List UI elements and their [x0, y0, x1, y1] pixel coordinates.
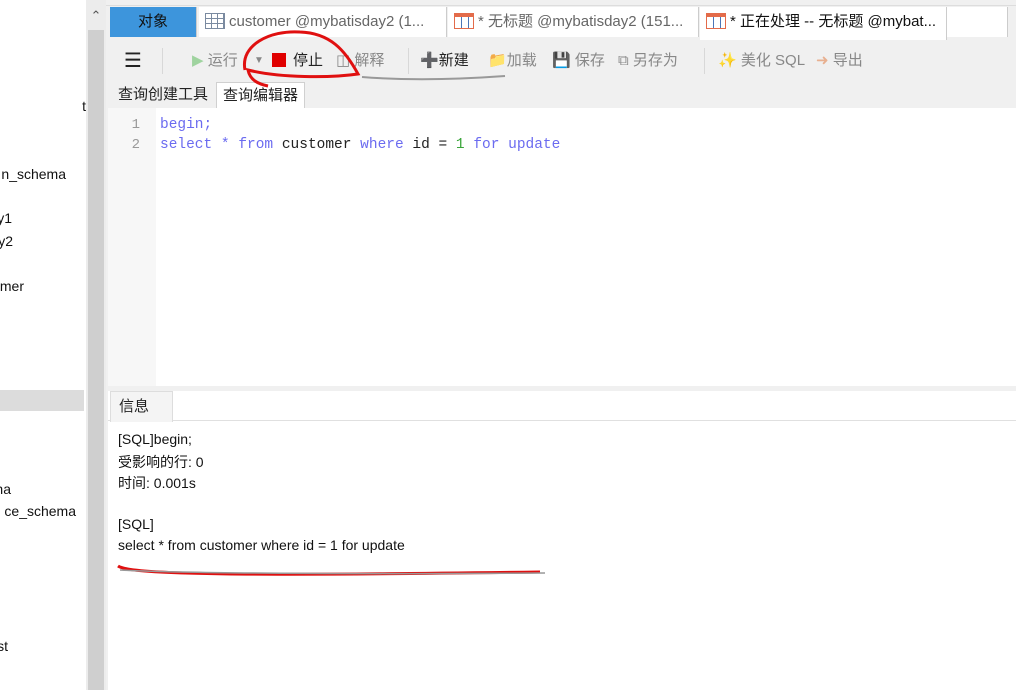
tab-label: customer @mybatisday2 (1... [229, 13, 425, 30]
stop-icon [272, 53, 286, 67]
tab-label: * 正在处理 -- 无标题 @mybat... [730, 13, 937, 30]
tab-query-editor[interactable]: 查询编辑器 [216, 82, 306, 108]
export-label: 导出 [832, 52, 863, 69]
scrollbar-thumb[interactable] [88, 30, 104, 690]
export-button[interactable]: ➜ 导出 [816, 50, 863, 72]
result-tabs [108, 391, 1016, 421]
explain-icon: ◫ [336, 52, 351, 69]
save-as-label: 另存为 [632, 52, 678, 69]
top-strip [106, 0, 1016, 6]
magic-wand-icon: ✨ [718, 52, 737, 69]
tree-item[interactable]: st [0, 638, 8, 654]
beautify-label: 美化 SQL [740, 52, 806, 69]
tab-objects[interactable]: 对象 [110, 7, 197, 37]
tab-messages[interactable]: 信息 [110, 391, 173, 422]
divider [162, 48, 163, 74]
explain-label: 解释 [354, 52, 385, 69]
code-line-2[interactable]: select * from customer where id = 1 for … [160, 137, 560, 153]
message-line: 时间: 0.001s [118, 475, 196, 491]
load-label: 加载 [506, 52, 537, 69]
stop-button[interactable]: 停止 [272, 50, 323, 72]
menu-icon[interactable]: ☰ [124, 50, 142, 72]
tab-untitled-query[interactable]: * 无标题 @mybatisday2 (151... [448, 7, 699, 37]
tree-item[interactable]: ce_schema [4, 503, 76, 519]
save-as-button[interactable]: ⧉ 另存为 [618, 50, 678, 72]
run-button[interactable]: ▶ 运行 [192, 50, 238, 72]
save-label: 保存 [574, 52, 605, 69]
stop-label: 停止 [293, 52, 324, 69]
table-icon [205, 13, 225, 29]
save-as-icon: ⧉ [618, 52, 629, 69]
new-label: 新建 [438, 52, 469, 69]
query-icon [706, 13, 726, 29]
query-icon [454, 13, 474, 29]
folder-icon: 📁 [488, 52, 507, 69]
message-line: [SQL]begin; [118, 431, 192, 447]
tree-item[interactable]: y2 [0, 233, 13, 249]
message-line: 受影响的行: 0 [118, 454, 204, 470]
code-line-1[interactable]: begin; [160, 117, 212, 133]
save-icon: 💾 [552, 52, 571, 69]
tab-processing-query[interactable]: * 正在处理 -- 无标题 @mybat... [700, 7, 947, 40]
tab-blank[interactable] [947, 7, 1008, 37]
divider [408, 48, 409, 74]
tree-item[interactable]: na [0, 481, 11, 497]
tab-query-builder[interactable]: 查询创建工具 [112, 82, 214, 108]
run-label: 运行 [207, 52, 238, 69]
run-dropdown-icon[interactable]: ▼ [254, 50, 264, 72]
message-line: select * from customer where id = 1 for … [118, 537, 405, 553]
tab-label: * 无标题 @mybatisday2 (151... [478, 13, 684, 30]
beautify-sql-button[interactable]: ✨ 美化 SQL [718, 50, 805, 72]
divider [704, 48, 705, 74]
tree-item[interactable]: mer [0, 278, 24, 294]
line-number: 2 [131, 137, 140, 153]
scroll-up-icon[interactable]: ⌃ [86, 8, 106, 28]
toolbar: ☰ ▶ 运行 ▼ 停止 ◫ 解释 ➕新建 📁加载 💾 保存 ⧉ 另存为 ✨ 美化… [106, 40, 1016, 80]
object-tree[interactable]: t n_schema y1 y2 mer na ce_schema st [0, 0, 86, 690]
tree-item[interactable]: n_schema [1, 166, 66, 182]
export-icon: ➜ [816, 52, 829, 69]
load-button[interactable]: 📁加载 [488, 50, 537, 72]
tree-item[interactable]: y1 [0, 210, 12, 226]
line-number: 1 [131, 117, 140, 133]
save-button[interactable]: 💾 保存 [552, 50, 605, 72]
play-icon: ▶ [192, 52, 204, 69]
new-query-icon: ➕ [420, 52, 439, 69]
explain-button[interactable]: ◫ 解释 [336, 50, 384, 72]
selected-tree-row[interactable] [0, 390, 84, 411]
new-button[interactable]: ➕新建 [420, 50, 469, 72]
tab-customer-table[interactable]: customer @mybatisday2 (1... [199, 7, 447, 37]
tab-label: 对象 [137, 13, 168, 30]
message-line: [SQL] [118, 516, 154, 532]
editor-mode-tabs: 查询创建工具 查询编辑器 [106, 80, 1016, 108]
